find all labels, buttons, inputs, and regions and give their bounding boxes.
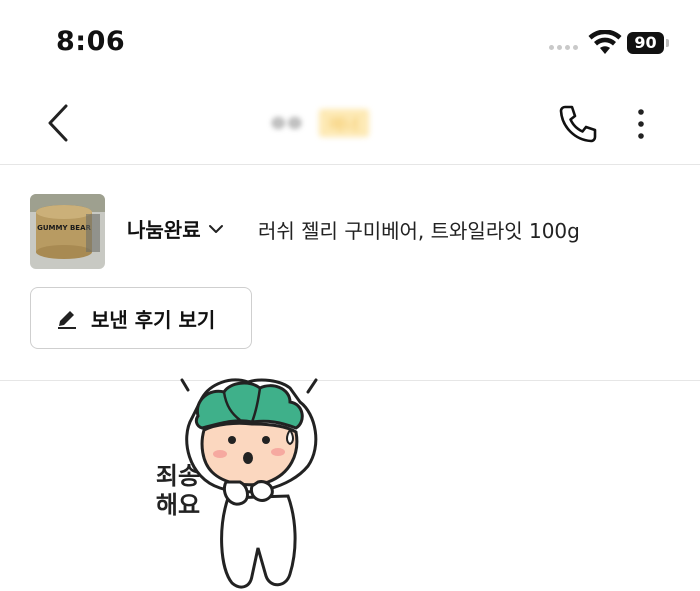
more-options-icon[interactable] [626,104,656,144]
product-title[interactable]: 러쉬 젤리 구미베어, 트와일라잇 100g [258,215,580,244]
trade-status-label: 나눔완료 [127,218,201,242]
pencil-icon [58,311,76,329]
battery-icon: 90 [627,32,669,54]
battery-level: 90 [627,32,664,54]
chat-partner-name: ㅇㅇ 매너 [270,108,369,138]
chevron-down-icon [208,224,223,233]
phone-call-icon[interactable] [556,102,600,146]
chat-header: ㅇㅇ 매너 [0,80,700,165]
partner-nickname: ㅇㅇ [270,114,304,135]
trade-status-dropdown[interactable]: 나눔완료 [127,214,225,243]
wifi-icon [588,30,622,54]
view-sent-review-button[interactable]: 보낸 후기 보기 [30,287,252,349]
cellular-signal-icon [549,45,578,50]
sorry-character-sticker[interactable]: 죄송 해요 [140,378,340,591]
partner-badge: 매너 [319,109,369,137]
product-thumbnail[interactable]: GUMMY BEAR [30,194,105,269]
clock: 8:06 [56,26,126,57]
status-bar: 8:06 90 [0,0,700,80]
back-arrow-icon[interactable] [40,100,76,146]
sticker-text-line1: 죄송 [156,462,200,490]
thumbnail-label: GUMMY BEAR [37,224,91,232]
view-sent-review-label: 보낸 후기 보기 [91,307,216,332]
product-info-panel: GUMMY BEAR 나눔완료 러쉬 젤리 구미베어, 트와일라잇 100g 보… [0,165,700,381]
sticker-text-line2: 해요 [156,491,200,519]
